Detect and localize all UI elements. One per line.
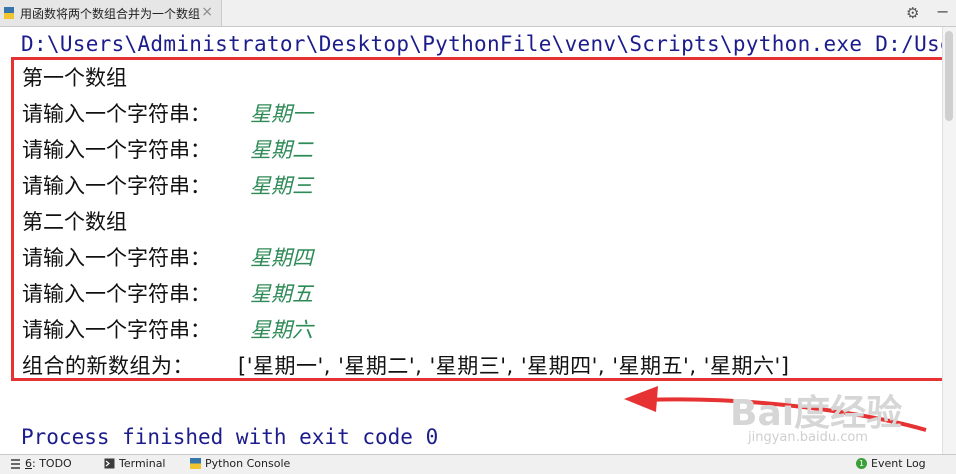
python-file-icon	[4, 7, 14, 19]
watermark-logo: Bai度经验	[730, 393, 903, 434]
python-console-icon	[190, 458, 201, 469]
close-icon[interactable]: ×	[201, 5, 213, 19]
terminal-icon	[104, 458, 115, 469]
event-log-label: Event Log	[871, 457, 926, 470]
watermark-url: jingyan.baidu.com	[748, 430, 868, 445]
hide-icon[interactable]: −	[936, 4, 949, 20]
run-tab[interactable]: 用函数将两个数组合并为一个数组 ×	[0, 0, 222, 26]
highlight-box	[11, 57, 956, 381]
exit-message: Process finished with exit code 0	[21, 425, 439, 449]
vertical-scrollbar[interactable]	[942, 27, 956, 454]
todo-icon	[11, 459, 20, 469]
terminal-tool-button[interactable]: Terminal	[104, 457, 166, 470]
todo-number: 6	[25, 457, 32, 470]
todo-label: : TODO	[32, 457, 72, 470]
gear-icon[interactable]: ⚙	[906, 5, 919, 21]
python-console-label: Python Console	[205, 457, 291, 470]
tab-bar: 用函数将两个数组合并为一个数组 × ⚙ −	[0, 0, 956, 27]
python-console-button[interactable]: Python Console	[190, 457, 290, 470]
terminal-label: Terminal	[119, 457, 166, 470]
event-log-button[interactable]: 1 Event Log	[856, 457, 926, 470]
event-count-badge: 1	[856, 458, 867, 469]
todo-tool-button[interactable]: 6: TODO	[10, 457, 72, 470]
scrollbar-thumb[interactable]	[945, 31, 953, 121]
status-bar: 6: TODO Terminal Python Console 1 Event …	[0, 454, 956, 474]
run-command: D:\Users\Administrator\Desktop\PythonFil…	[21, 32, 942, 56]
tab-title: 用函数将两个数组合并为一个数组	[20, 6, 201, 21]
